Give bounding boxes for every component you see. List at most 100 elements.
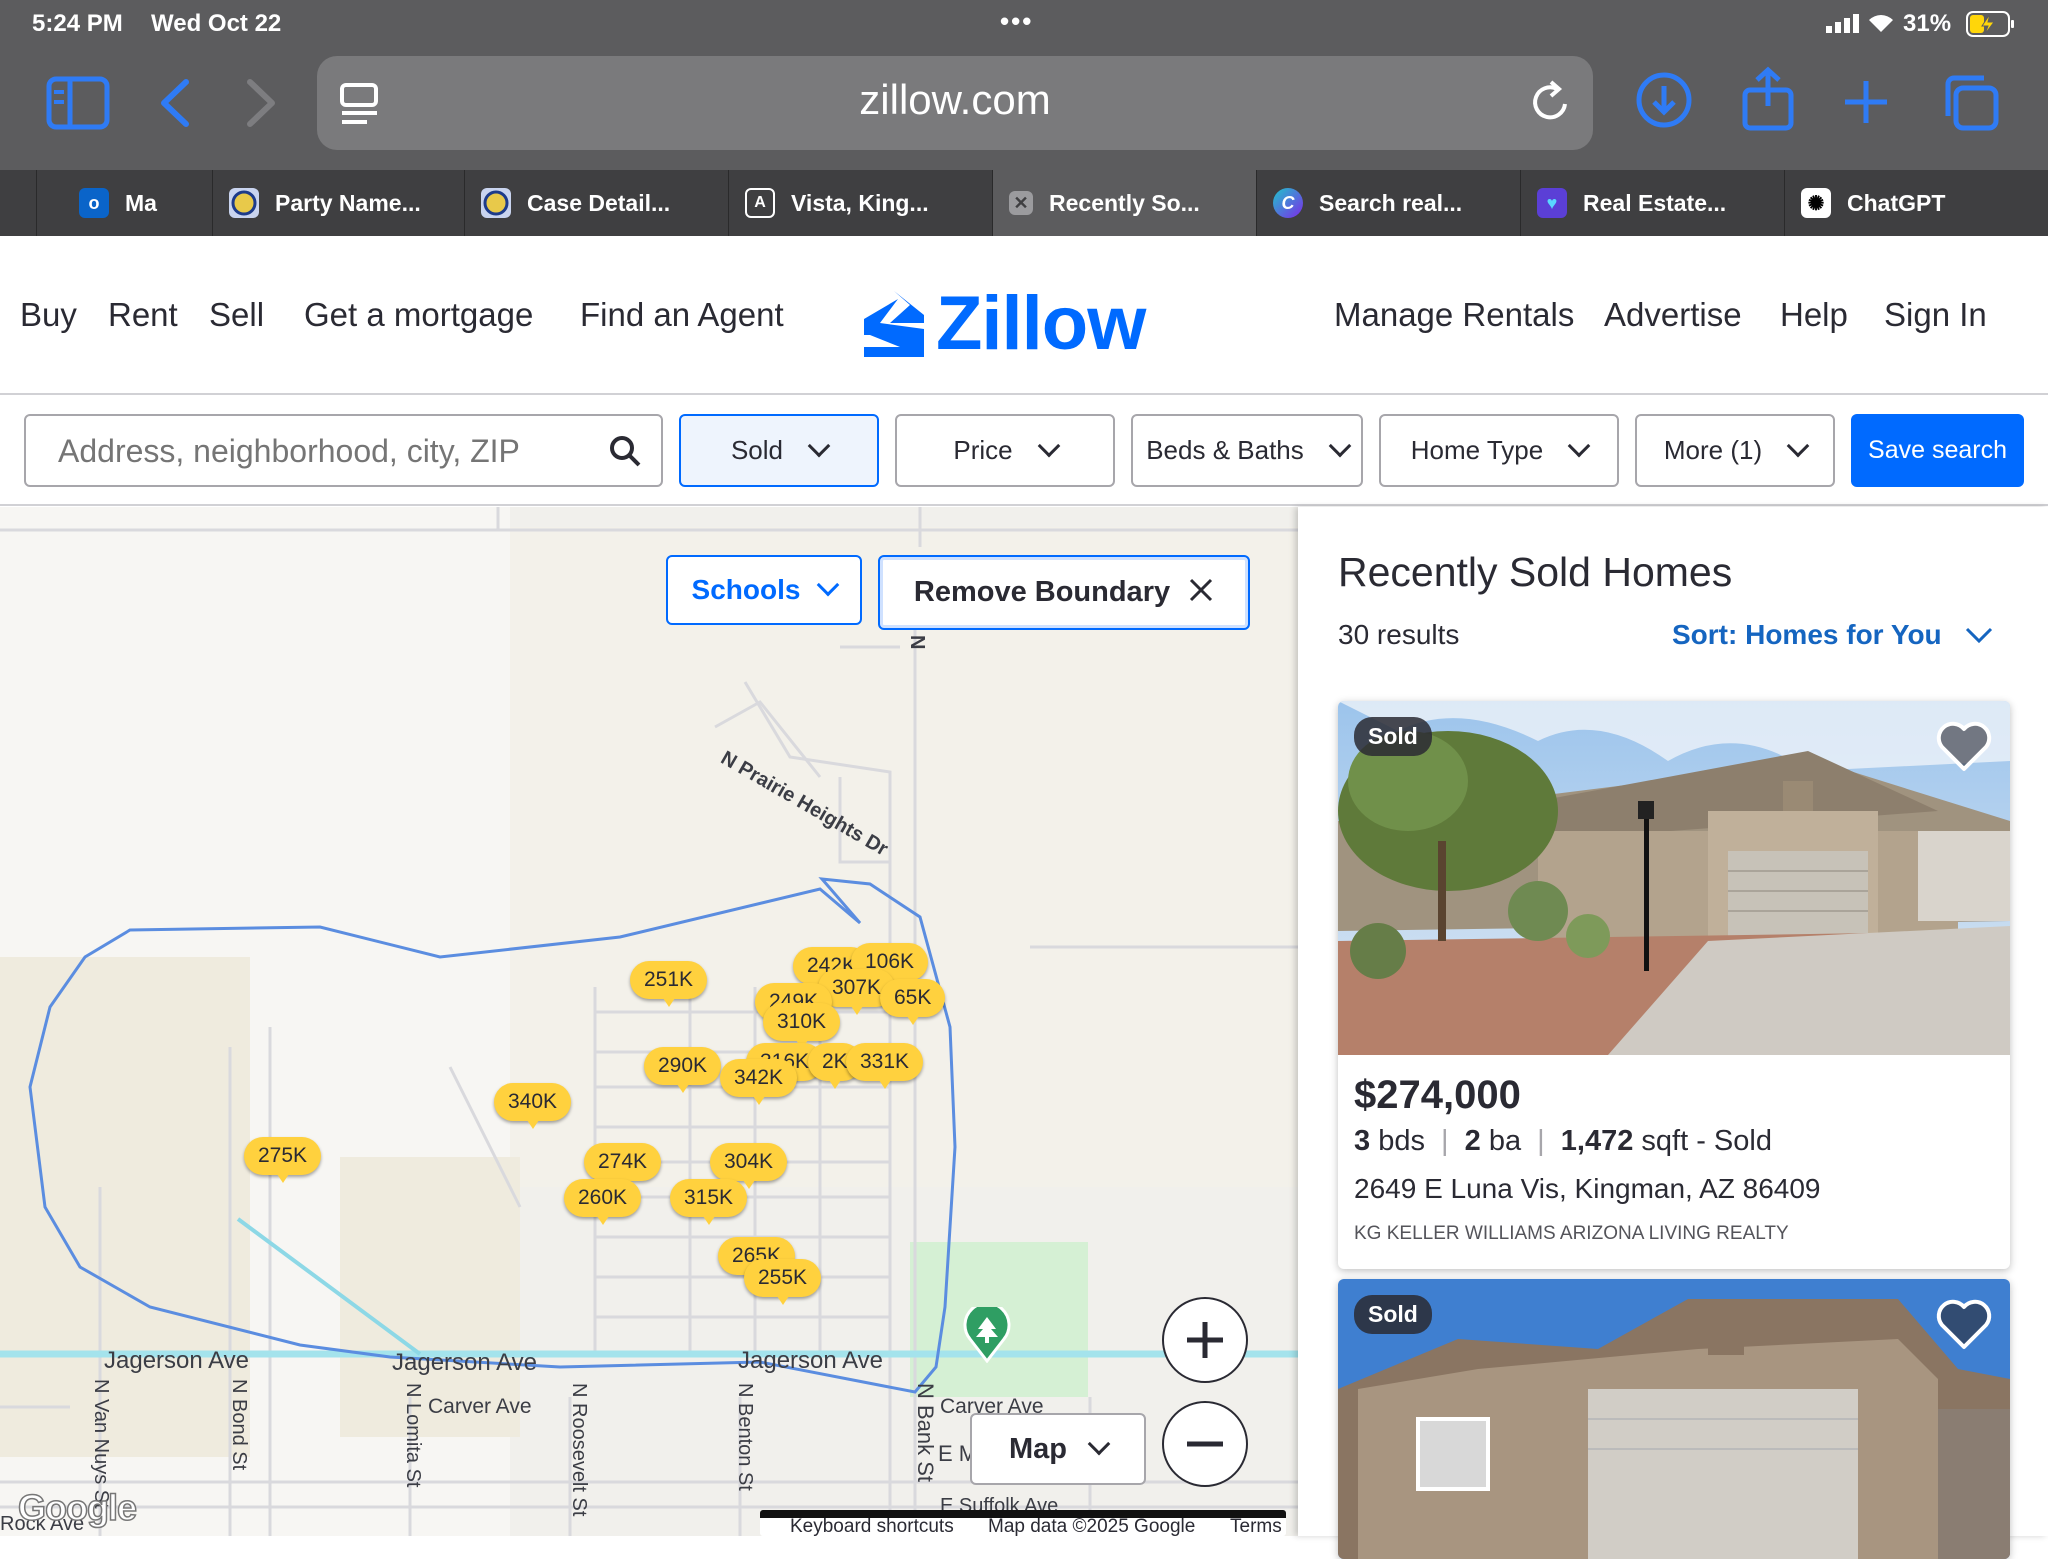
nav-sell[interactable]: Sell xyxy=(209,296,264,334)
wifi-icon xyxy=(1866,10,1896,41)
map-type-button[interactable]: Map xyxy=(970,1413,1146,1485)
schools-button[interactable]: Schools xyxy=(666,555,862,625)
price-pin[interactable]: 260K xyxy=(564,1179,642,1225)
save-search-button[interactable]: Save search xyxy=(1851,414,2024,487)
price-pin[interactable]: 290K xyxy=(644,1047,722,1093)
nav-buy[interactable]: Buy xyxy=(20,296,77,334)
chevron-down-icon xyxy=(1087,1432,1111,1456)
tab-0[interactable]: o Ma xyxy=(36,170,212,236)
price-pin[interactable]: 331K xyxy=(846,1043,924,1089)
nav-sign-in[interactable]: Sign In xyxy=(1884,296,1987,334)
tab-1[interactable]: Party Name... xyxy=(212,170,464,236)
sold-badge: Sold xyxy=(1354,1295,1432,1334)
price-pin[interactable]: 251K xyxy=(630,961,708,1007)
reload-icon[interactable] xyxy=(1529,78,1573,131)
heart-icon[interactable] xyxy=(1932,1293,1996,1357)
date: Wed Oct 22 xyxy=(151,10,282,37)
nav-advertise[interactable]: Advertise xyxy=(1604,296,1742,334)
status-bar: 5:24 PM Wed Oct 22 ••• 31% xyxy=(0,0,2048,48)
beds-count: 3 xyxy=(1354,1125,1371,1157)
multitask-dots[interactable]: ••• xyxy=(1000,6,1033,37)
park-tree-icon xyxy=(962,1301,1012,1368)
price-pin[interactable]: 310K xyxy=(763,1003,841,1049)
close-tab-icon[interactable]: ✕ xyxy=(1009,191,1033,215)
results-title: Recently Sold Homes xyxy=(1338,549,1733,595)
nav-rent[interactable]: Rent xyxy=(108,296,178,334)
keyboard-shortcuts-link[interactable]: Keyboard shortcuts xyxy=(790,1516,954,1536)
listing-address[interactable]: 2649 E Luna Vis, Kingman, AZ 86409 xyxy=(1354,1173,1820,1205)
listing-photo xyxy=(1338,701,2010,1055)
battery-charging-icon xyxy=(1966,11,2016,44)
zoom-out-button[interactable] xyxy=(1162,1401,1248,1487)
tab-4-active[interactable]: ✕ Recently So... xyxy=(992,170,1256,236)
street-label: N Bond St xyxy=(228,1379,250,1471)
listing-card[interactable]: Sold $274,000 3 bds | 2 ba | 1,472 sqft … xyxy=(1338,701,2010,1269)
address-bar[interactable]: zillow.com xyxy=(317,56,1593,150)
price-filter-label: Price xyxy=(953,435,1013,465)
sidebar-toggle-icon[interactable] xyxy=(46,76,110,135)
forward-icon[interactable] xyxy=(240,78,280,133)
home-type-filter-button[interactable]: Home Type xyxy=(1379,414,1619,487)
nav-get-a-mortgage[interactable]: Get a mortgage xyxy=(304,296,533,334)
zillow-z-icon xyxy=(864,290,924,357)
price-filter-button[interactable]: Price xyxy=(895,414,1115,487)
download-icon[interactable] xyxy=(1634,70,1694,135)
nav-find-an-agent[interactable]: Find an Agent xyxy=(580,296,784,334)
letter-a-icon: A xyxy=(745,188,775,218)
court-seal-icon xyxy=(481,188,511,218)
search-input[interactable] xyxy=(58,430,578,472)
zillow-wordmark: Zillow xyxy=(936,281,1146,366)
close-icon xyxy=(1188,577,1214,608)
remove-boundary-button[interactable]: Remove Boundary xyxy=(878,555,1250,630)
tab-7[interactable]: ✺ ChatGPT xyxy=(1784,170,2048,236)
tab-strip: o Ma Party Name... Case Detail... A Vist… xyxy=(0,170,2048,236)
chevron-down-icon xyxy=(817,573,840,597)
price-pin[interactable]: 315K xyxy=(670,1179,748,1225)
tab-label: Vista, King... xyxy=(791,189,929,216)
tab-5[interactable]: C Search real... xyxy=(1256,170,1520,236)
listing-facts: 3 bds | 2 ba | 1,472 sqft - Sold xyxy=(1354,1125,1772,1158)
sold-badge: Sold xyxy=(1354,717,1432,756)
price-pin[interactable]: 304K xyxy=(710,1143,788,1189)
sort-dropdown[interactable]: Sort: Homes for You xyxy=(1672,619,1994,651)
tab-6[interactable]: ♥ Real Estate... xyxy=(1520,170,1784,236)
listing-card[interactable]: Sold xyxy=(1338,1279,2010,1559)
court-seal-icon xyxy=(229,188,259,218)
street-label: Jagerson Ave xyxy=(738,1347,883,1374)
outlook-icon: o xyxy=(79,188,109,218)
terms-link[interactable]: Terms xyxy=(1230,1516,1282,1536)
map-canvas[interactable]: Schools Remove Boundary N Prairie Height… xyxy=(0,507,1298,1536)
price-pin[interactable]: 274K xyxy=(584,1143,662,1189)
sort-label: Sort: Homes for You xyxy=(1672,619,1942,650)
back-icon[interactable] xyxy=(156,78,196,133)
plus-icon xyxy=(1187,1322,1223,1358)
share-icon[interactable] xyxy=(1740,66,1796,137)
tab-overview-icon[interactable] xyxy=(1940,72,2000,137)
tab-label: Party Name... xyxy=(275,189,421,216)
tab-3[interactable]: A Vista, King... xyxy=(728,170,992,236)
tab-label: Case Detail... xyxy=(527,189,671,216)
zoom-in-button[interactable] xyxy=(1162,1297,1248,1383)
price-pin[interactable]: 342K xyxy=(720,1059,798,1105)
more-filter-button[interactable]: More (1) xyxy=(1635,414,1835,487)
price-pin[interactable]: 275K xyxy=(244,1137,322,1183)
sold-filter-button[interactable]: Sold xyxy=(679,414,879,487)
heart-icon[interactable] xyxy=(1932,715,1996,779)
new-tab-icon[interactable] xyxy=(1842,78,1890,131)
search-icon[interactable] xyxy=(608,434,642,473)
nav-help[interactable]: Help xyxy=(1780,296,1848,334)
street-label: Carver Ave xyxy=(428,1395,532,1418)
tab-2[interactable]: Case Detail... xyxy=(464,170,728,236)
nav-manage-rentals[interactable]: Manage Rentals xyxy=(1334,296,1574,334)
baths-count: 2 xyxy=(1464,1125,1481,1157)
results-panel: Recently Sold Homes 30 results Sort: Hom… xyxy=(1298,507,2048,1559)
beds-unit: bds xyxy=(1378,1125,1425,1157)
zillow-logo[interactable]: Zillow xyxy=(862,280,1146,367)
price-pin[interactable]: 65K xyxy=(880,979,946,1025)
price-pin[interactable]: 340K xyxy=(494,1083,572,1129)
beds-baths-filter-button[interactable]: Beds & Baths xyxy=(1131,414,1363,487)
chevron-down-icon xyxy=(1328,434,1352,457)
listing-broker: KG KELLER WILLIAMS ARIZONA LIVING REALTY xyxy=(1354,1223,1789,1244)
battery-percent: 31% xyxy=(1903,10,1952,37)
price-pin[interactable]: 255K xyxy=(744,1259,822,1305)
